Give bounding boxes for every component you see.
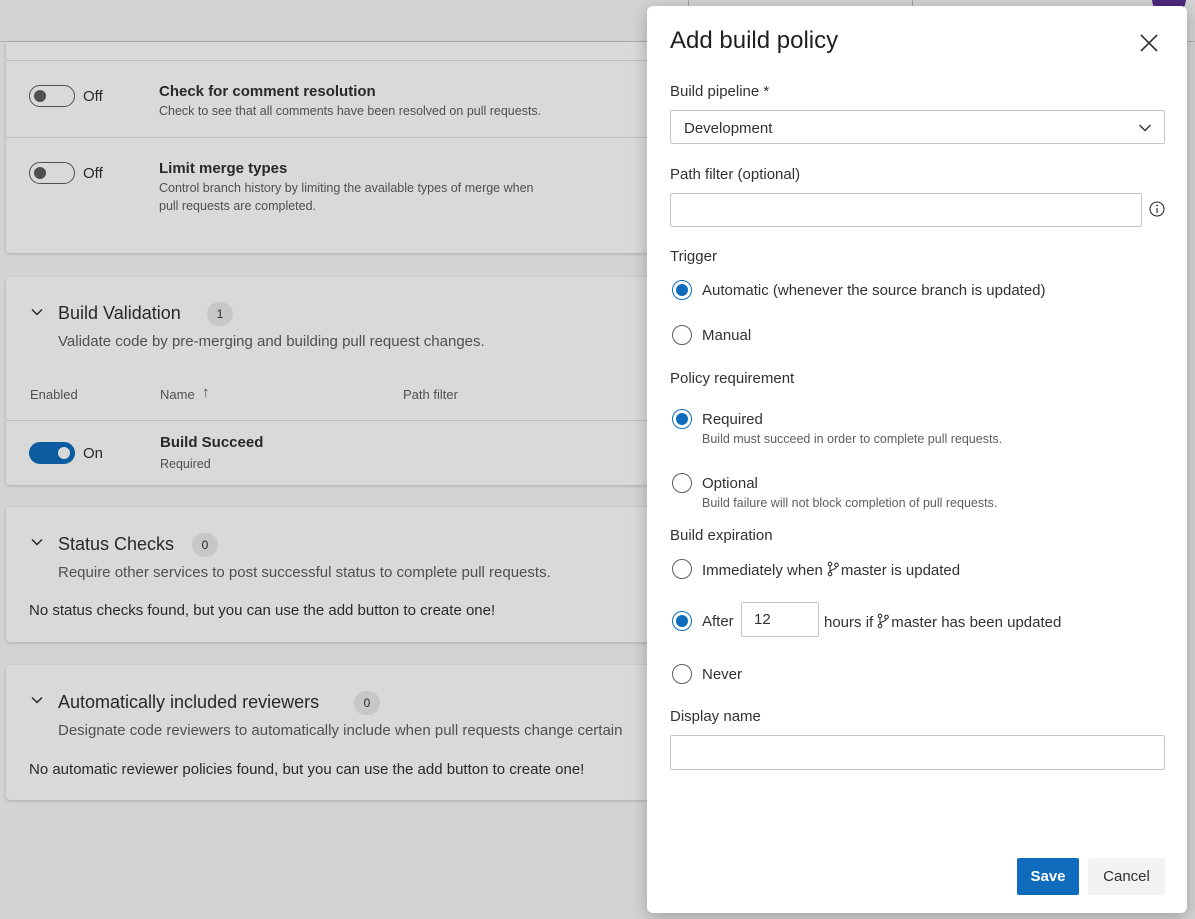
policy-requirement-label: Policy requirement: [670, 370, 795, 387]
expiration-after-radio[interactable]: [672, 611, 692, 631]
expiration-never-radio[interactable]: [672, 664, 692, 684]
build-expiration-label: Build expiration: [670, 527, 773, 544]
expiration-after-label[interactable]: After: [702, 613, 734, 630]
info-icon[interactable]: [1148, 200, 1166, 218]
requirement-optional-radio[interactable]: [672, 473, 692, 493]
expiration-immediately-suffix: master is updated: [840, 562, 961, 579]
trigger-automatic-radio[interactable]: [672, 280, 692, 300]
branch-icon: [877, 613, 890, 629]
trigger-manual-radio[interactable]: [672, 325, 692, 345]
path-filter-label: Path filter (optional): [670, 166, 801, 183]
requirement-optional-description: Build failure will not block completion …: [702, 496, 998, 510]
display-name-label: Display name: [670, 708, 761, 725]
display-name-input[interactable]: [670, 735, 1165, 770]
expiration-immediately-prefix: Immediately when: [702, 562, 823, 579]
requirement-optional-label[interactable]: Optional: [702, 475, 758, 492]
save-button[interactable]: Save: [1017, 858, 1079, 895]
expiration-never-label[interactable]: Never: [702, 666, 742, 683]
requirement-required-label[interactable]: Required: [702, 411, 763, 428]
add-build-policy-panel: Add build policy Build pipeline * Develo…: [647, 6, 1187, 913]
expiration-immediately-radio[interactable]: [672, 559, 692, 579]
expiration-master-updated: master has been updated: [891, 614, 1062, 631]
trigger-automatic-label[interactable]: Automatic (whenever the source branch is…: [702, 282, 1046, 299]
expiration-after-suffix-label: hours if master has been updated: [824, 613, 1061, 631]
path-filter-input[interactable]: [670, 193, 1142, 227]
branch-icon: [827, 561, 839, 577]
build-pipeline-dropdown[interactable]: Development: [670, 110, 1165, 144]
expiration-immediately-label[interactable]: Immediately when master is updated: [702, 561, 960, 579]
trigger-manual-label[interactable]: Manual: [702, 327, 751, 344]
trigger-label: Trigger: [670, 248, 717, 265]
expiration-hours-if: hours if: [824, 614, 874, 631]
build-pipeline-label: Build pipeline *: [670, 83, 770, 100]
chevron-down-icon: [1139, 124, 1151, 132]
expiration-hours-input[interactable]: [741, 602, 819, 637]
requirement-required-radio[interactable]: [672, 409, 692, 429]
requirement-required-description: Build must succeed in order to complete …: [702, 432, 1003, 446]
panel-title: Add build policy: [670, 27, 839, 54]
build-pipeline-value: Development: [684, 120, 773, 137]
cancel-button[interactable]: Cancel: [1088, 858, 1165, 895]
close-icon[interactable]: [1137, 31, 1161, 55]
